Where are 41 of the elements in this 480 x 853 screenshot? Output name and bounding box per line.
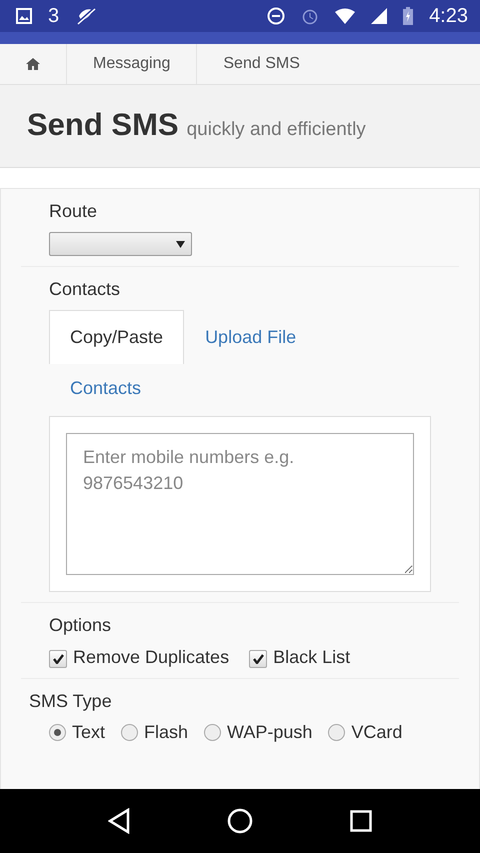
caret-icon [176, 240, 185, 248]
radio-label: WAP-push [227, 722, 312, 743]
radio-button[interactable] [204, 724, 222, 741]
contacts-label: Contacts [49, 279, 122, 300]
options-label: Options [49, 615, 112, 636]
radio-label: Text [72, 722, 106, 743]
home-circle-icon[interactable] [226, 808, 253, 834]
recents-icon[interactable] [350, 810, 372, 832]
tab[interactable]: Contacts [49, 364, 162, 412]
alarm-icon [301, 7, 320, 25]
breadcrumb-link[interactable]: Send SMS [197, 44, 326, 84]
radio-button[interactable] [328, 724, 346, 741]
route-label: Route [49, 201, 98, 222]
notification-count: 3 [48, 4, 60, 28]
checkbox[interactable] [249, 650, 268, 668]
back-icon[interactable] [108, 808, 130, 834]
check-icon [52, 654, 64, 664]
check-icon [252, 654, 264, 664]
do-not-disturb-icon [267, 7, 286, 25]
wifi-icon [335, 8, 356, 24]
radio-label: Flash [144, 722, 188, 743]
signal-icon [371, 8, 388, 24]
muted-icon [75, 6, 98, 26]
radio-label: VCard [351, 722, 402, 743]
tab[interactable]: Upload File [184, 310, 318, 364]
checkbox[interactable] [49, 650, 67, 668]
page-title: Send SMS [27, 107, 179, 143]
battery-icon [403, 7, 414, 25]
radio-button[interactable] [49, 724, 66, 741]
home-icon [26, 58, 40, 70]
clock: 4:23 [429, 4, 468, 28]
page-subtitle: quickly and efficiently [186, 119, 366, 141]
checkbox-label: Black List [273, 646, 350, 668]
breadcrumb-link[interactable]: Messaging [67, 44, 198, 84]
sms-type-label: SMS Type [29, 691, 113, 712]
checkbox-label: Remove Duplicates [73, 646, 230, 668]
numbers-field[interactable]: Enter mobile numbers e.g. 9876543210 [66, 433, 414, 575]
tab[interactable]: Copy/Paste [49, 310, 184, 364]
image-icon [16, 8, 32, 24]
route-select[interactable] [49, 232, 192, 256]
radio-button[interactable] [121, 724, 138, 741]
